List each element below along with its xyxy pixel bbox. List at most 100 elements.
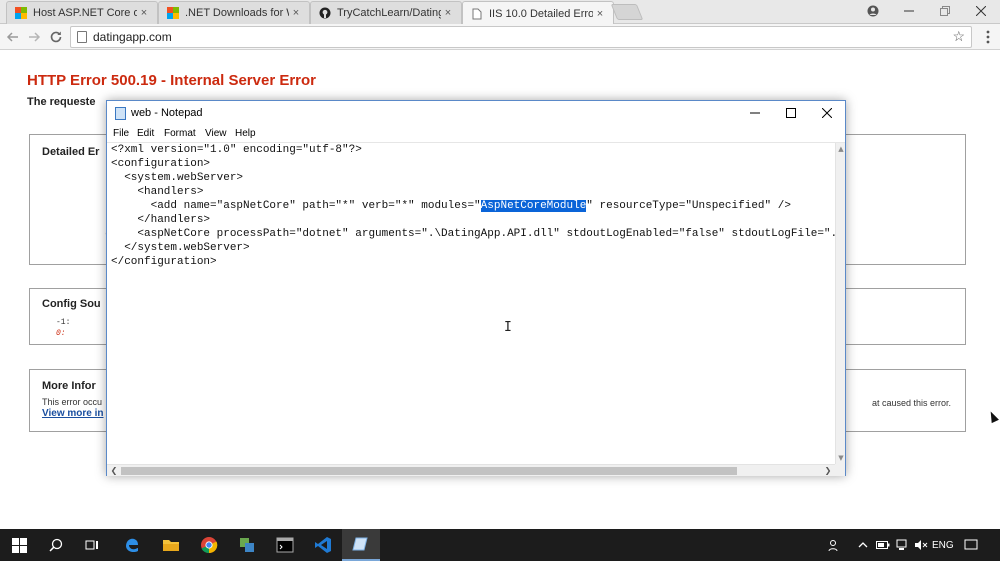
- people-icon[interactable]: [828, 529, 842, 561]
- notepad-taskbar-icon[interactable]: [342, 529, 380, 561]
- minimize-button[interactable]: [892, 0, 926, 22]
- config-line-error: 0:: [56, 329, 66, 338]
- close-icon[interactable]: ×: [593, 8, 607, 20]
- notepad-icon: [115, 107, 126, 120]
- volume-muted-icon[interactable]: [914, 529, 928, 561]
- page-icon: [471, 8, 483, 20]
- address-text: datingapp.com: [93, 30, 172, 44]
- language-indicator[interactable]: ENG: [932, 529, 954, 561]
- close-icon[interactable]: ×: [441, 7, 455, 19]
- bookmark-star-icon[interactable]: ☆: [952, 28, 965, 45]
- more-info-tail: at caused this error.: [872, 398, 952, 408]
- tab-github-datingapp[interactable]: TryCatchLearn/DatingApp ×: [310, 1, 462, 24]
- browser-tab-strip: Host ASP.NET Core on W × .NET Downloads …: [0, 0, 1000, 25]
- menu-edit[interactable]: Edit: [137, 128, 154, 139]
- terminal-icon[interactable]: [266, 529, 304, 561]
- restore-button[interactable]: [928, 0, 962, 22]
- github-icon: [319, 7, 331, 19]
- microsoft-logo-icon: [15, 7, 27, 19]
- selected-text: AspNetCoreModule: [480, 200, 587, 212]
- code-line: <system.webServer>: [111, 172, 244, 184]
- error-description: The requeste: [27, 96, 96, 108]
- window-title: web - Notepad: [131, 107, 203, 119]
- tab-title: TryCatchLearn/DatingApp: [337, 7, 441, 19]
- file-explorer-icon[interactable]: [152, 529, 190, 561]
- chevron-up-icon[interactable]: [858, 529, 868, 561]
- profile-icon[interactable]: [856, 0, 890, 22]
- page-title: HTTP Error 500.19 - Internal Server Erro…: [27, 72, 317, 89]
- scroll-left-icon[interactable]: ❮: [109, 465, 119, 477]
- arrow-left-icon: [6, 32, 18, 42]
- menu-view[interactable]: View: [205, 128, 227, 139]
- view-more-info-link[interactable]: View more in: [42, 408, 104, 419]
- code-line: </system.webServer>: [111, 242, 250, 254]
- tab-host-aspnet-core[interactable]: Host ASP.NET Core on W ×: [6, 1, 158, 24]
- code-line: <aspNetCore processPath="dotnet" argumen…: [111, 228, 835, 240]
- scroll-up-icon[interactable]: ▲: [836, 145, 846, 153]
- vertical-scrollbar[interactable]: ▲ ▼: [835, 143, 845, 464]
- reload-icon: [50, 31, 62, 43]
- code-line-add-handler: <add name="aspNetCore" path="*" verb="*"…: [111, 199, 791, 213]
- detailed-error-heading: Detailed Er: [42, 146, 100, 158]
- windows-logo-icon: [11, 537, 27, 553]
- more-info-text: This error occu: [42, 397, 103, 407]
- scroll-right-icon[interactable]: ❯: [823, 465, 833, 477]
- tab-net-downloads[interactable]: .NET Downloads for Wind ×: [158, 1, 310, 24]
- start-button[interactable]: [0, 529, 38, 561]
- code-line: <configuration>: [111, 158, 211, 170]
- vscode-icon[interactable]: [304, 529, 342, 561]
- code-text: <add name="aspNetCore" path="*" verb="*"…: [111, 200, 481, 212]
- notepad-close-button[interactable]: [809, 101, 845, 125]
- tab-iis-detailed-error[interactable]: IIS 10.0 Detailed Error - 5 ×: [462, 1, 614, 25]
- code-line: </handlers>: [111, 214, 211, 226]
- menu-format[interactable]: Format: [164, 128, 196, 139]
- chrome-icon[interactable]: [190, 529, 228, 561]
- new-tab-button[interactable]: [610, 4, 644, 20]
- horizontal-scroll-thumb[interactable]: [121, 467, 737, 475]
- browser-toolbar: datingapp.com ☆: [0, 24, 1000, 50]
- battery-icon[interactable]: [876, 529, 890, 561]
- code-line: </configuration>: [111, 256, 217, 268]
- app-icon[interactable]: [228, 529, 266, 561]
- config-line: -1:: [56, 318, 71, 327]
- notepad-maximize-button[interactable]: [773, 101, 809, 125]
- resize-grip[interactable]: [835, 464, 845, 476]
- windows-taskbar: ENG: [0, 529, 1000, 561]
- network-icon[interactable]: [896, 529, 910, 561]
- edge-icon[interactable]: [113, 529, 151, 561]
- back-button[interactable]: [4, 28, 22, 46]
- tab-title: IIS 10.0 Detailed Error - 5: [489, 7, 593, 20]
- close-icon: [822, 108, 832, 118]
- horizontal-scrollbar[interactable]: ❮ ❯: [107, 464, 835, 476]
- page-icon: [77, 31, 87, 43]
- text-cursor-icon: I: [504, 320, 512, 335]
- notepad-minimize-button[interactable]: [737, 101, 773, 125]
- tab-title: .NET Downloads for Wind: [185, 7, 289, 19]
- search-icon[interactable]: [37, 529, 75, 561]
- notepad-text-area[interactable]: <?xml version="1.0" encoding="utf-8"?> <…: [107, 143, 835, 464]
- notepad-titlebar[interactable]: web - Notepad: [107, 101, 845, 125]
- code-line: <?xml version="1.0" encoding="utf-8"?>: [111, 144, 362, 156]
- menu-help[interactable]: Help: [235, 128, 256, 139]
- browser-menu-icon[interactable]: [983, 29, 993, 45]
- code-line: <handlers>: [111, 186, 204, 198]
- notepad-window[interactable]: web - Notepad File Edit Format View Help…: [106, 100, 846, 476]
- config-source-lines: -1: 0:: [56, 317, 70, 339]
- reload-button[interactable]: [47, 28, 65, 46]
- close-icon[interactable]: ×: [137, 7, 151, 19]
- task-view-icon[interactable]: [73, 529, 111, 561]
- forward-button[interactable]: [25, 28, 43, 46]
- close-icon[interactable]: ×: [289, 7, 303, 19]
- arrow-right-icon: [29, 32, 41, 42]
- tab-title: Host ASP.NET Core on W: [33, 7, 137, 19]
- code-text: " resourceType="Unspecified" />: [586, 200, 791, 212]
- scroll-down-icon[interactable]: ▼: [836, 454, 846, 462]
- close-window-button[interactable]: [964, 0, 998, 22]
- action-center-icon[interactable]: [964, 529, 978, 561]
- notepad-menubar: File Edit Format View Help: [107, 125, 845, 143]
- more-info-heading: More Infor: [42, 380, 96, 392]
- config-source-heading: Config Sou: [42, 298, 101, 310]
- menu-file[interactable]: File: [113, 128, 129, 139]
- address-bar[interactable]: datingapp.com ☆: [70, 26, 972, 48]
- microsoft-logo-icon: [167, 7, 179, 19]
